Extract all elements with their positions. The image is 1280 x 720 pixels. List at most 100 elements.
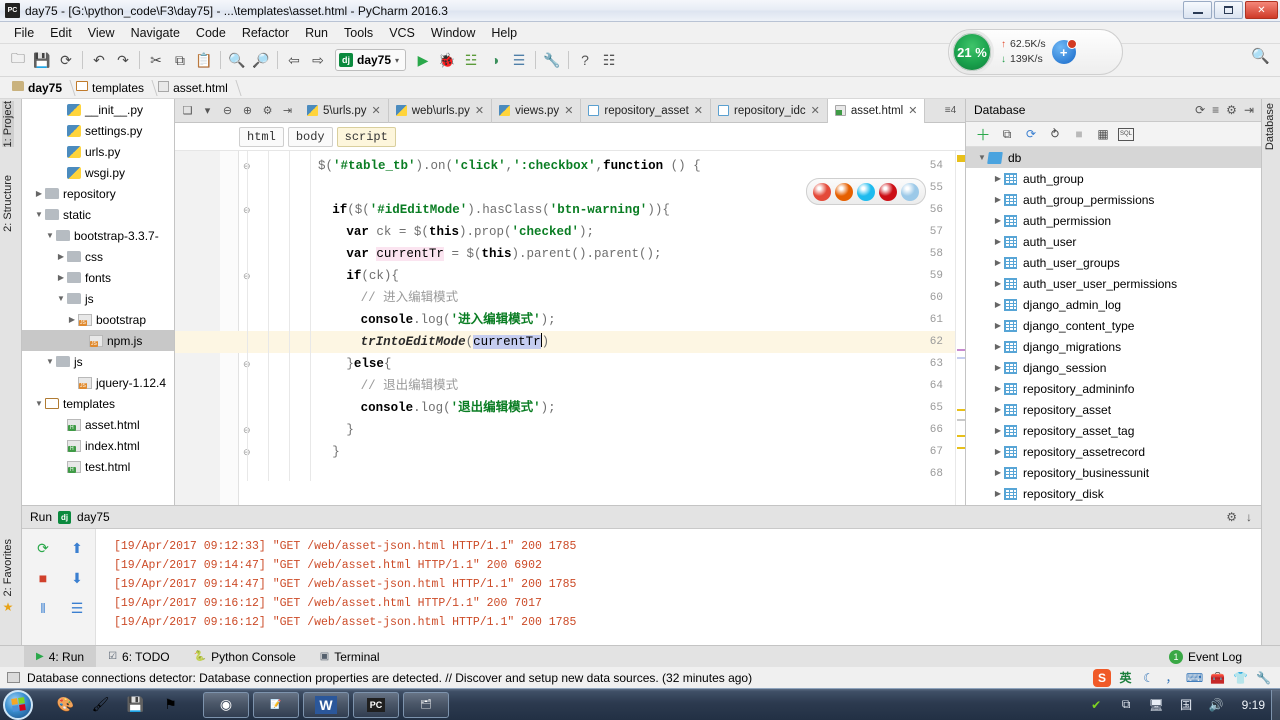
tree-expand-arrow[interactable]: ▶ (992, 237, 1004, 246)
code-line-64[interactable]: // 退出编辑模式 (247, 375, 459, 397)
project-tree-item-17[interactable]: test.html (22, 456, 174, 477)
redo-icon[interactable]: ↷ (111, 48, 135, 72)
menu-item-tools[interactable]: Tools (336, 24, 381, 42)
keyboard-icon[interactable]: ⌨ (1186, 669, 1203, 686)
close-tab-icon[interactable]: ✕ (371, 104, 380, 117)
marker-warning-3[interactable] (957, 435, 965, 437)
sql-console-icon[interactable]: SQL (1118, 127, 1134, 141)
menu-item-code[interactable]: Code (188, 24, 234, 42)
editor-tab-5-urls-py[interactable]: 5\urls.py ✕ (300, 98, 389, 123)
browser-preview-popup[interactable] (806, 178, 926, 205)
volume-tray-icon[interactable]: 🔊 (1206, 694, 1227, 715)
fold-column[interactable] (220, 151, 238, 505)
stop-icon[interactable]: ■ (30, 565, 56, 591)
tree-expand-arrow[interactable]: ▶ (33, 189, 45, 198)
tree-expand-arrow[interactable]: ▼ (44, 357, 56, 366)
undo-icon[interactable]: ↶ (87, 48, 111, 72)
project-tree-item-8[interactable]: ▶ fonts (22, 267, 174, 288)
find-icon[interactable]: 🔍 (225, 48, 249, 72)
database-panel[interactable]: Database ⟳ ≡ ⚙ ⇥ ＋ ⧉ ⟳ ⥁ ■ ▦ SQL ▼ db ▶ auth_group ▶ a… (965, 99, 1261, 505)
editor-marker-gutter[interactable] (955, 151, 965, 505)
project-tree-item-11[interactable]: npm.js (22, 330, 174, 351)
show-desktop-button[interactable] (1271, 689, 1280, 720)
tree-expand-arrow[interactable]: ▼ (33, 399, 45, 408)
database-table-row[interactable]: ▶ repository_businessunit (966, 462, 1261, 483)
settings-icon[interactable]: 🔧 (540, 48, 564, 72)
database-table-row[interactable]: ▶ auth_group_permissions (966, 189, 1261, 210)
project-tree-item-14[interactable]: ▼ templates (22, 393, 174, 414)
project-tree-item-15[interactable]: asset.html (22, 414, 174, 435)
flag-icon[interactable]: ⚑ (160, 694, 181, 715)
replace-icon[interactable]: 🔎 (249, 48, 273, 72)
sidebar-tab-structure[interactable]: 2: Structure (2, 175, 14, 232)
safari-icon[interactable] (901, 182, 919, 201)
marker-warning[interactable] (957, 155, 965, 162)
project-tree-item-1[interactable]: settings.py (22, 120, 174, 141)
database-table-row[interactable]: ▶ auth_user_groups (966, 252, 1261, 273)
close-button[interactable]: ✕ (1245, 1, 1278, 19)
attach-icon[interactable]: ☰ (507, 48, 531, 72)
tree-expand-arrow[interactable]: ▶ (992, 321, 1004, 330)
tree-expand-arrow[interactable]: ▶ (992, 426, 1004, 435)
database-table-row[interactable]: ▶ repository_disk (966, 483, 1261, 504)
project-tree-item-12[interactable]: ▼ js (22, 351, 174, 372)
tree-expand-arrow[interactable]: ▼ (33, 210, 45, 219)
toolbox-icon[interactable]: 🧰 (1209, 669, 1226, 686)
shield-tray-icon[interactable]: ✔ (1086, 694, 1107, 715)
soft-wrap-icon[interactable]: ☰ (64, 595, 90, 621)
taskbar-button-3[interactable]: PC (353, 691, 399, 718)
project-tree-item-3[interactable]: wsgi.py (22, 162, 174, 183)
ie-icon[interactable] (857, 182, 875, 201)
taskbar-button-0[interactable]: ◉ (203, 691, 249, 718)
marker-selection[interactable] (957, 357, 965, 359)
hide-icon[interactable]: ⇥ (1244, 103, 1254, 117)
table-editor-icon[interactable]: ▦ (1094, 125, 1112, 143)
code-line-55[interactable] (247, 177, 318, 199)
wrench-icon[interactable]: 🔧 (1255, 669, 1272, 686)
code-line-57[interactable]: var ck = $(this).prop('checked'); (247, 221, 594, 243)
breadcrumb-item-1[interactable]: templates (72, 77, 154, 99)
database-table-row[interactable]: ▶ auth_user (966, 231, 1261, 252)
project-tree-item-2[interactable]: urls.py (22, 141, 174, 162)
run-console-output[interactable]: [19/Apr/2017 09:12:33] "GET /web/asset-j… (96, 529, 1261, 645)
menu-item-window[interactable]: Window (423, 24, 483, 42)
close-tab-icon[interactable]: ✕ (564, 104, 573, 117)
sogou-icon[interactable]: S (1093, 668, 1111, 687)
tool-window-tab-python-console[interactable]: 🐍 Python Console (182, 646, 308, 668)
database-table-row[interactable]: ▶ django_content_type (966, 315, 1261, 336)
project-tree-item-5[interactable]: ▼ static (22, 204, 174, 225)
start-button[interactable] (3, 689, 33, 720)
database-table-row[interactable]: ▶ django_session (966, 357, 1261, 378)
hide-panel-icon[interactable]: ⇥ (279, 102, 296, 120)
tree-expand-arrow[interactable]: ▶ (55, 273, 67, 282)
sync-icon[interactable]: ⟳ (54, 48, 78, 72)
tree-expand-arrow[interactable]: ▶ (992, 405, 1004, 414)
performance-widget[interactable]: 21 % ↑ 62.5K/s ↓ 139K/s + (948, 29, 1123, 75)
scroll-up-icon[interactable]: ⬆ (64, 535, 90, 561)
status-message[interactable]: Database connections detector: Database … (27, 671, 752, 685)
menu-item-edit[interactable]: Edit (42, 24, 80, 42)
code-line-67[interactable]: } (247, 441, 340, 463)
project-tree-item-6[interactable]: ▼ bootstrap-3.3.7- (22, 225, 174, 246)
editor-gutter[interactable] (175, 151, 239, 505)
database-table-row[interactable]: ▶ repository_admininfo (966, 378, 1261, 399)
menu-item-vcs[interactable]: VCS (381, 24, 423, 42)
sync-icon[interactable]: ⟳ (1022, 125, 1040, 143)
database-table-row[interactable]: ▶ auth_user_user_permissions (966, 273, 1261, 294)
run-tool-window[interactable]: Run dj day75 ⚙ ↓ ⟳ ⬆ ■ ⬇ ‖ ☰ [19/Apr/2017 09:1… (22, 505, 1261, 646)
database-table-row[interactable]: ▶ django_admin_log (966, 294, 1261, 315)
code-line-66[interactable]: } (247, 419, 354, 441)
collapse-all-icon[interactable]: ⊖ (219, 102, 236, 120)
settings-icon[interactable]: ⚙ (1226, 510, 1237, 524)
project-tree-item-9[interactable]: ▼ js (22, 288, 174, 309)
paste-icon[interactable]: 📋 (192, 48, 216, 72)
database-table-row[interactable]: ▶ auth_group (966, 168, 1261, 189)
select-opened-file-icon[interactable]: ❑ (179, 102, 196, 120)
help-icon[interactable]: ? (573, 48, 597, 72)
profile-icon[interactable]: ◑ (483, 48, 507, 72)
tree-expand-arrow[interactable]: ▶ (992, 279, 1004, 288)
ime-moon-icon[interactable]: ☾ (1140, 669, 1157, 686)
code-line-65[interactable]: console.log('退出编辑模式'); (247, 397, 556, 419)
palette-icon[interactable]: 🎨 (55, 694, 76, 715)
sidebar-tab-project[interactable]: 1: Project (2, 101, 14, 148)
